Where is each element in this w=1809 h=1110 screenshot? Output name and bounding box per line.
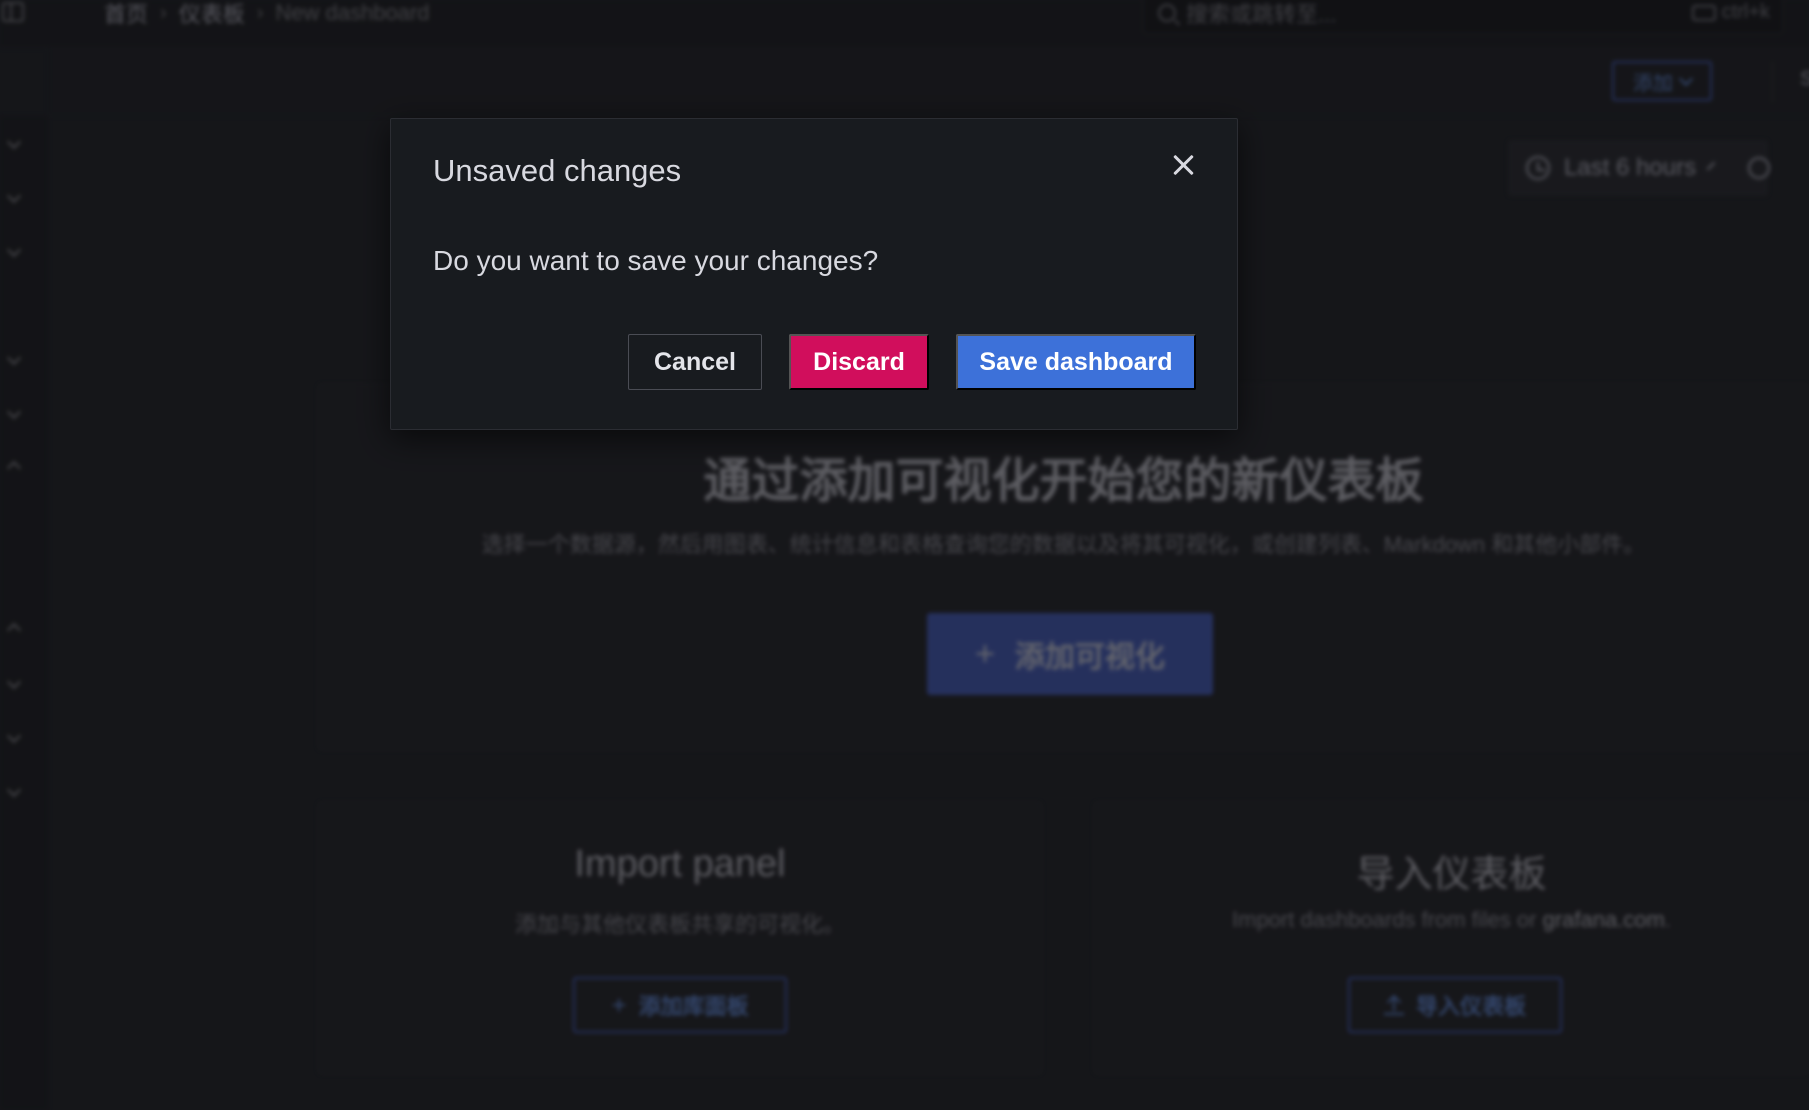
app-root: 首页 › 仪表板 › New dashboard 搜索或跳转至... ctrl+… — [0, 0, 1809, 1110]
unsaved-changes-modal: Unsaved changes Do you want to save your… — [390, 118, 1238, 430]
cancel-button[interactable]: Cancel — [628, 334, 762, 390]
modal-title: Unsaved changes — [433, 153, 682, 188]
close-icon[interactable] — [1169, 151, 1197, 179]
discard-button[interactable]: Discard — [789, 334, 929, 390]
save-dashboard-button[interactable]: Save dashboard — [956, 334, 1196, 390]
modal-message: Do you want to save your changes? — [433, 245, 879, 276]
